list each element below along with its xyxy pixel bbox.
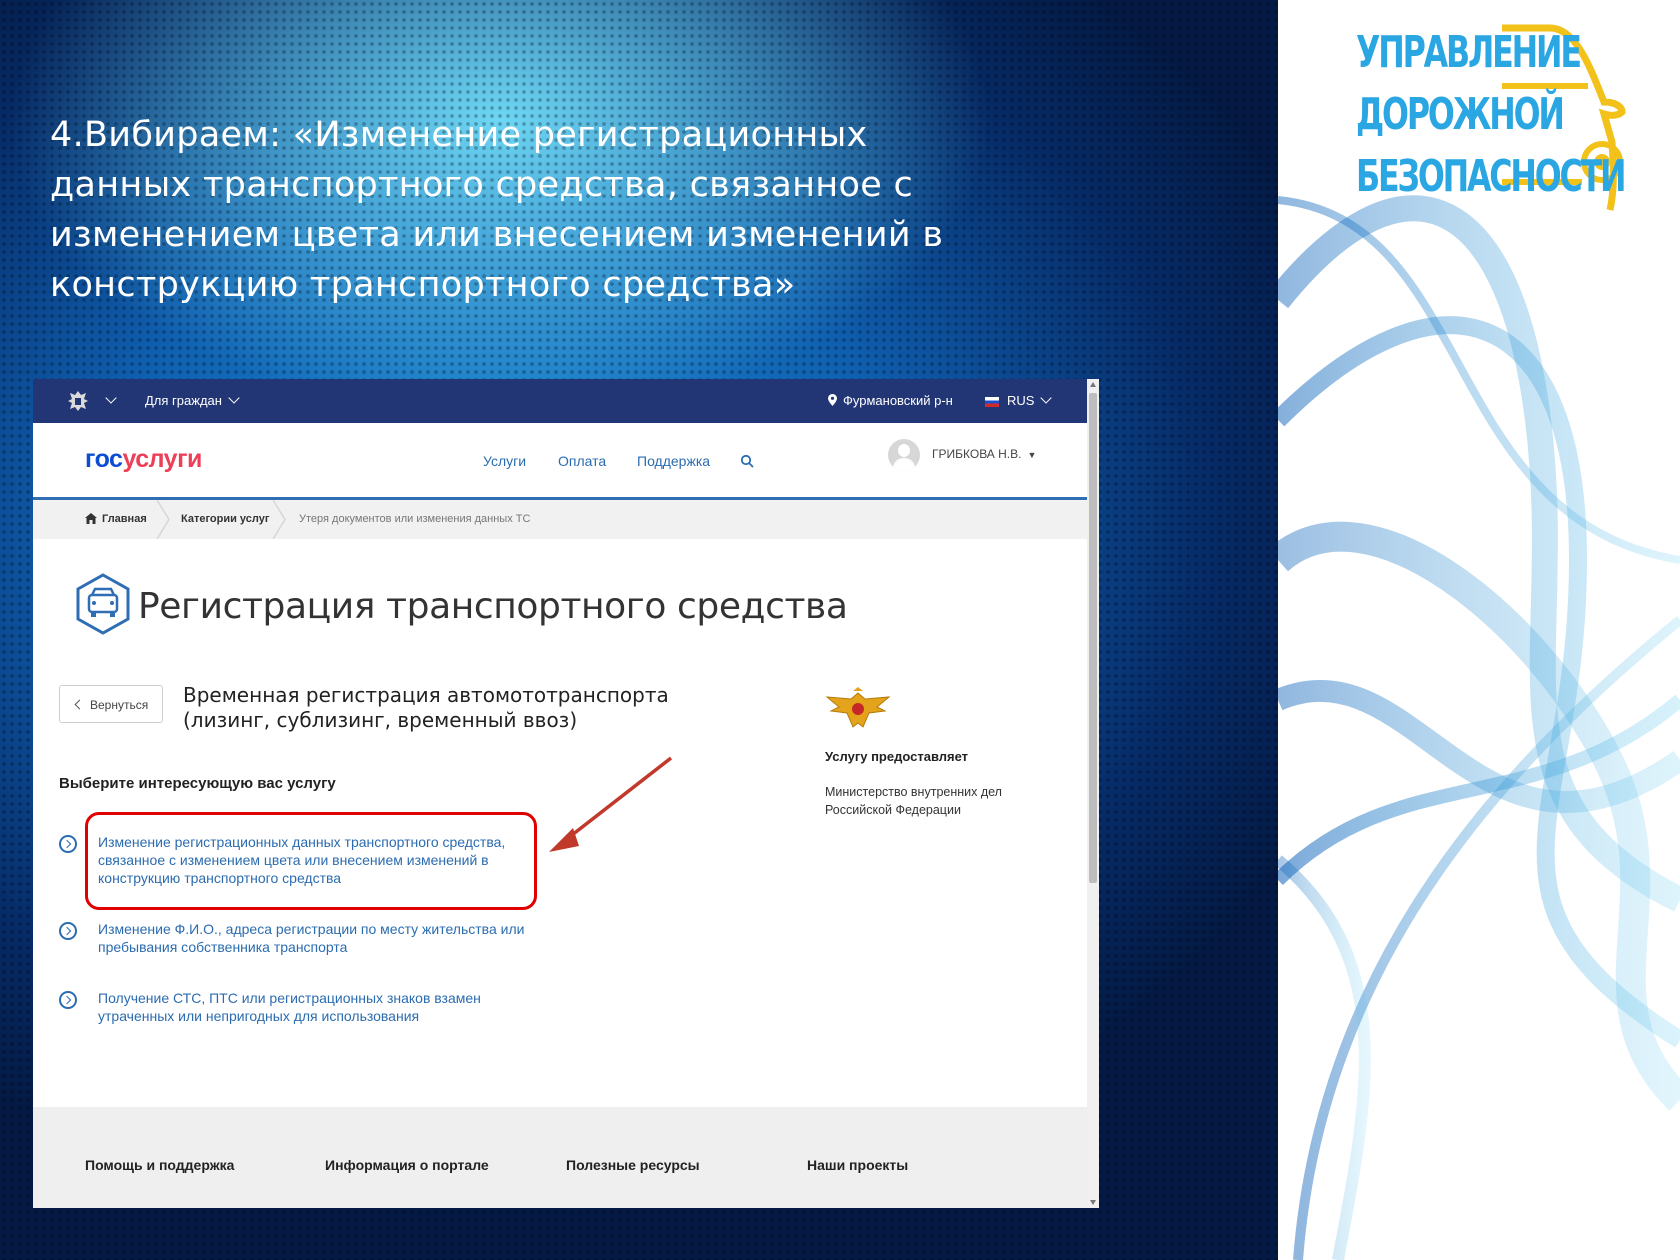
location-selector[interactable]: Фурмановский р-н	[828, 393, 953, 408]
site-footer: Помощь и поддержка Информация о портале …	[33, 1107, 1087, 1208]
service-option-link[interactable]: Получение СТС, ПТС или регистрационных з…	[98, 989, 548, 1025]
footer-resources[interactable]: Полезные ресурсы	[566, 1157, 700, 1173]
footer-portal-info[interactable]: Информация о портале	[325, 1157, 489, 1173]
chevron-right-circle-icon	[59, 922, 77, 940]
choose-service-label: Выберите интересующую вас услугу	[59, 775, 336, 792]
highlight-frame	[85, 812, 537, 910]
gosuslugi-logo[interactable]: госуслуги	[85, 445, 202, 474]
user-name: ГРИБКОВА Н.В.	[932, 447, 1022, 462]
presentation-slide: УПРАВЛЕНИЕ ДОРОЖНОЙ БЕЗОПАСНОСТИ 4.Вибир…	[0, 0, 1680, 1260]
chevron-right-circle-icon	[59, 991, 77, 1009]
page-title: Регистрация транспортного средства	[138, 586, 848, 627]
scroll-down-icon[interactable]	[1090, 1200, 1096, 1205]
coat-of-arms-icon[interactable]	[66, 389, 90, 413]
slide-title: 4.Вибираем: «Изменение регистрационных д…	[50, 115, 944, 305]
chevron-down-icon	[228, 392, 240, 404]
citizens-label: Для граждан	[145, 393, 222, 408]
breadcrumb-categories[interactable]: Категории услуг	[181, 513, 269, 525]
footer-help[interactable]: Помощь и поддержка	[85, 1157, 234, 1173]
gosuslugi-screenshot: Для граждан Фурмановский р-н RUS госуслу…	[33, 379, 1099, 1208]
road-safety-logo: УПРАВЛЕНИЕ ДОРОЖНОЙ БЕЗОПАСНОСТИ	[1352, 22, 1652, 212]
scroll-up-icon[interactable]	[1090, 382, 1096, 387]
breadcrumb-separator	[157, 500, 170, 539]
back-label: Вернуться	[90, 698, 149, 712]
site-header: госуслуги Услуги Оплата Поддержка ГРИБКО…	[33, 423, 1087, 500]
nav-payment[interactable]: Оплата	[558, 453, 606, 469]
provider-value: Министерство внутренних дел Российской Ф…	[825, 785, 1002, 817]
chevron-down-icon	[1040, 392, 1053, 404]
location-label: Фурмановский р-н	[843, 393, 953, 408]
chevron-left-icon	[74, 699, 85, 710]
scrollbar[interactable]	[1087, 379, 1099, 1208]
logo-line-3: БЕЗОПАСНОСТИ	[1356, 151, 1627, 202]
nav-support[interactable]: Поддержка	[637, 453, 710, 469]
breadcrumb: Главная Категории услуг Утеря документов…	[33, 500, 1087, 539]
russia-flag-icon	[985, 396, 999, 407]
caret-down-icon: ▼	[1027, 450, 1037, 461]
top-bar: Для граждан Фурмановский р-н RUS	[33, 379, 1087, 423]
home-icon	[85, 513, 97, 524]
breadcrumb-home[interactable]: Главная	[102, 513, 147, 525]
chevron-down-icon	[105, 392, 117, 404]
language-label: RUS	[1007, 393, 1035, 408]
back-button[interactable]: Вернуться	[59, 685, 163, 723]
provider-label: Услугу предоставляет	[825, 749, 969, 764]
logo-line-1: УПРАВЛЕНИЕ	[1356, 27, 1582, 78]
emblem-dropdown[interactable]	[99, 392, 117, 408]
language-selector[interactable]: RUS	[985, 392, 1053, 408]
nav-services[interactable]: Услуги	[483, 453, 526, 469]
map-pin-icon	[828, 394, 837, 406]
avatar	[888, 439, 920, 471]
chevron-right-circle-icon	[59, 835, 77, 853]
breadcrumb-current: Утеря документов или изменения данных ТС	[299, 513, 531, 525]
search-icon[interactable]	[740, 454, 754, 468]
footer-projects[interactable]: Наши проекты	[807, 1157, 908, 1173]
mvd-eagle-icon	[825, 687, 891, 728]
citizens-dropdown[interactable]: Для граждан	[145, 392, 240, 408]
logo-line-2: ДОРОЖНОЙ	[1356, 89, 1565, 140]
breadcrumb-separator	[273, 500, 286, 539]
user-menu[interactable]: ГРИБКОВА Н.В. ▼	[888, 439, 1036, 471]
pointer-arrow	[549, 756, 673, 852]
service-option-link[interactable]: Изменение Ф.И.О., адреса регистрации по …	[98, 920, 548, 956]
car-icon	[76, 573, 130, 635]
service-title: Временная регистрация автомототранспорта…	[183, 683, 669, 732]
scroll-thumb[interactable]	[1089, 393, 1097, 883]
